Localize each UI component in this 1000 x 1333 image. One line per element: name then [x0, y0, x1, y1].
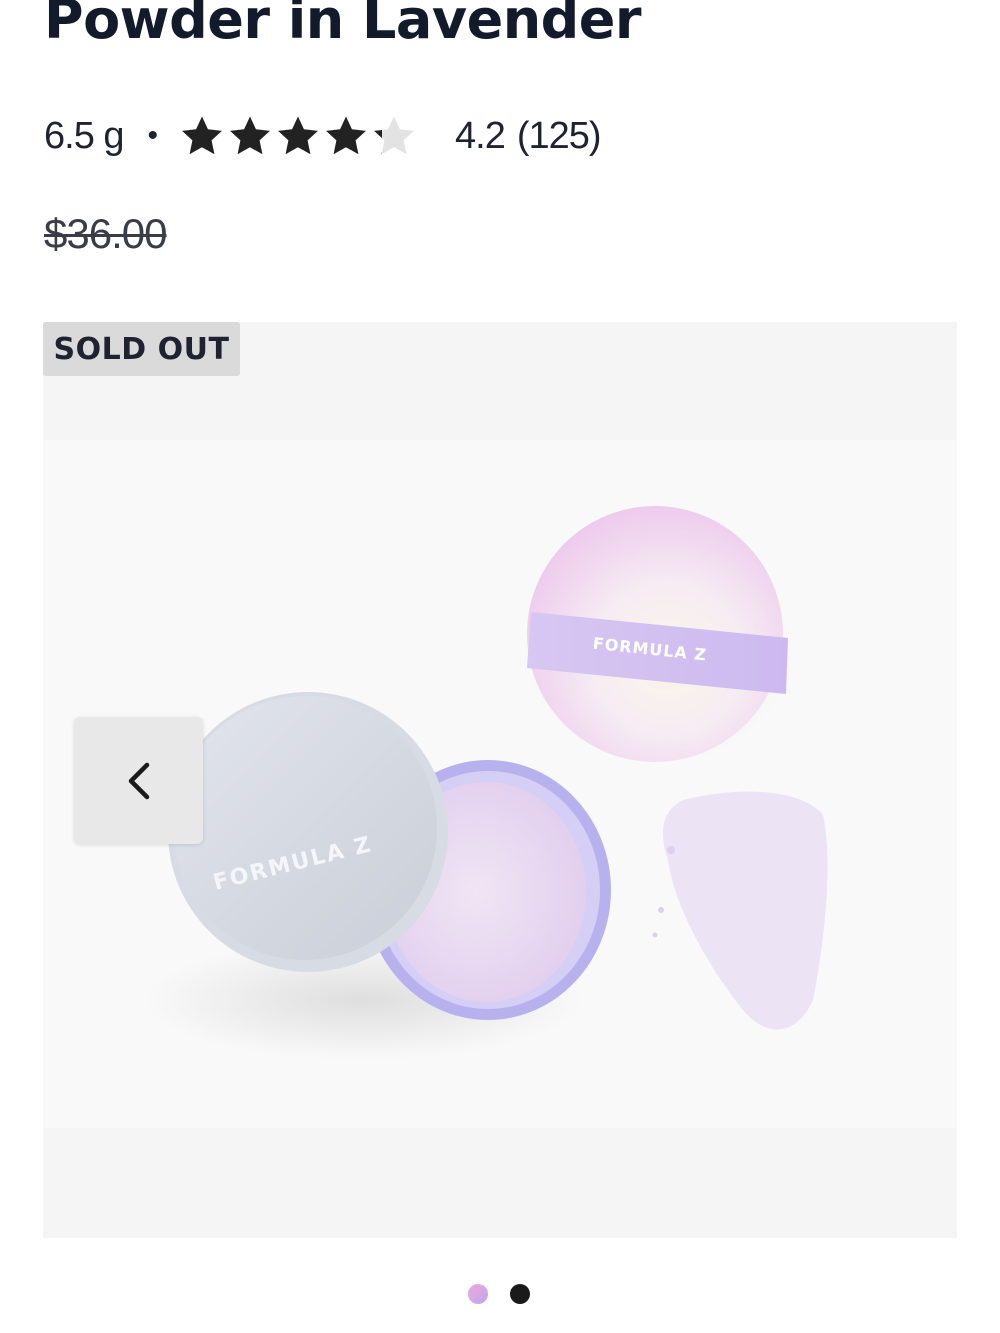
star-icon	[374, 116, 414, 155]
product-size: 6.5 g	[44, 114, 125, 157]
product-gallery[interactable]: SOLD OUT FORMULA Z FORMULA Z	[43, 322, 957, 1238]
rating-value: 4.2	[455, 114, 506, 157]
chevron-left-icon	[128, 762, 149, 799]
star-icon	[326, 116, 366, 155]
gallery-pagination	[468, 1284, 530, 1304]
product-meta-row: 6.5 g • 4.2 (125)	[44, 108, 602, 164]
original-price: $36.00	[44, 210, 167, 257]
previous-image-button[interactable]	[74, 717, 203, 844]
star-icon	[278, 116, 318, 155]
meta-separator: •	[147, 119, 158, 152]
product-title: Powder in Lavender	[44, 0, 642, 51]
review-count[interactable]: (125)	[517, 115, 602, 158]
sold-out-badge: SOLD OUT	[43, 322, 240, 376]
pagination-dot-2[interactable]	[510, 1284, 530, 1304]
star-icon	[182, 116, 222, 155]
rating-stars[interactable]	[179, 112, 417, 160]
star-icon	[230, 116, 270, 155]
pagination-dot-1[interactable]	[468, 1284, 488, 1304]
